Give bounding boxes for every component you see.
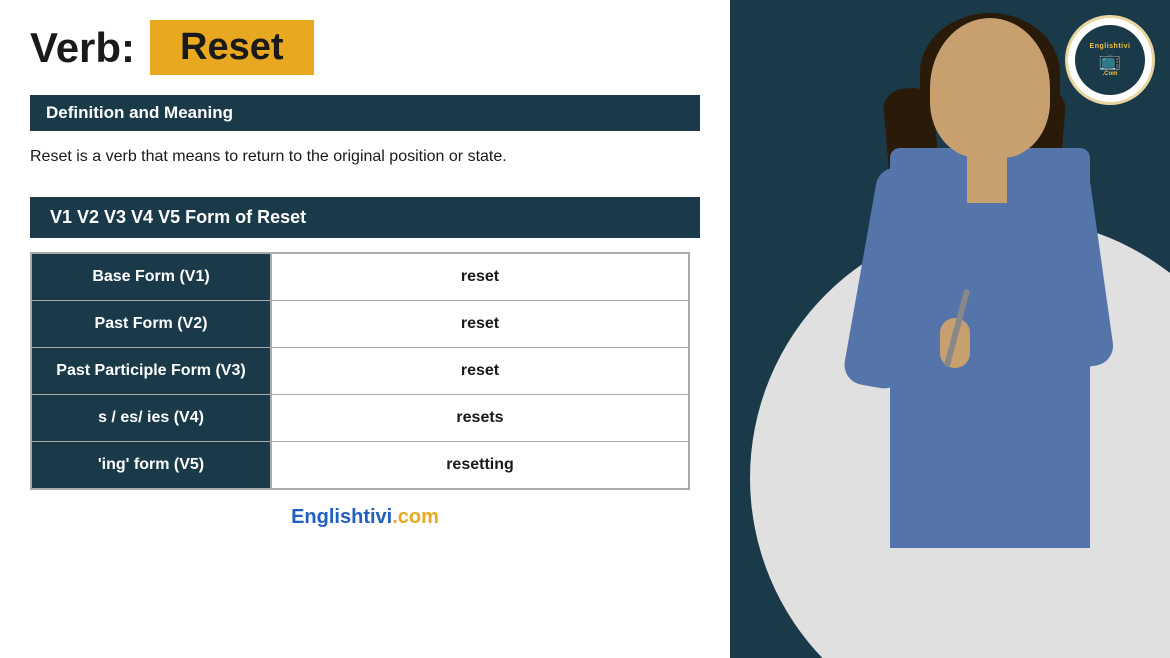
- footer-brand-orange: .com: [392, 506, 439, 528]
- form-label: 'ing' form (V5): [31, 442, 271, 490]
- verb-forms-table: Base Form (V1)resetPast Form (V2)resetPa…: [30, 252, 690, 490]
- verb-header: Verb: Reset: [30, 20, 700, 75]
- footer-brand-blue: Englishtivi: [291, 506, 392, 528]
- forms-banner: V1 V2 V3 V4 V5 Form of Reset: [30, 197, 700, 238]
- form-label: Past Participle Form (V3): [31, 348, 271, 395]
- form-label: s / es/ ies (V4): [31, 395, 271, 442]
- table-row: Past Participle Form (V3)reset: [31, 348, 689, 395]
- form-value: reset: [271, 253, 689, 301]
- logo-text-bottom: .Com: [1103, 71, 1118, 77]
- form-label: Base Form (V1): [31, 253, 271, 301]
- table-row: Base Form (V1)reset: [31, 253, 689, 301]
- form-value: reset: [271, 301, 689, 348]
- table-row: 'ing' form (V5)resetting: [31, 442, 689, 490]
- form-value: resetting: [271, 442, 689, 490]
- logo-badge: Englishtivi 📺 .Com: [1065, 15, 1155, 105]
- form-value: reset: [271, 348, 689, 395]
- table-row: s / es/ ies (V4)resets: [31, 395, 689, 442]
- definition-banner: Definition and Meaning: [30, 95, 700, 131]
- verb-word: Reset: [150, 20, 314, 75]
- footer-brand: Englishtivi.com: [30, 506, 700, 529]
- table-row: Past Form (V2)reset: [31, 301, 689, 348]
- logo-inner: Englishtivi 📺 .Com: [1075, 25, 1145, 95]
- verb-prefix: Verb:: [30, 24, 135, 72]
- form-label: Past Form (V2): [31, 301, 271, 348]
- form-value: resets: [271, 395, 689, 442]
- definition-text: Reset is a verb that means to return to …: [30, 145, 700, 169]
- person-image: [730, 8, 1170, 658]
- logo-tv-icon: 📺: [1099, 50, 1121, 71]
- logo-text-top: Englishtivi: [1090, 43, 1131, 50]
- left-panel: Verb: Reset Definition and Meaning Reset…: [0, 0, 730, 658]
- right-panel: Englishtivi 📺 .Com: [730, 0, 1170, 658]
